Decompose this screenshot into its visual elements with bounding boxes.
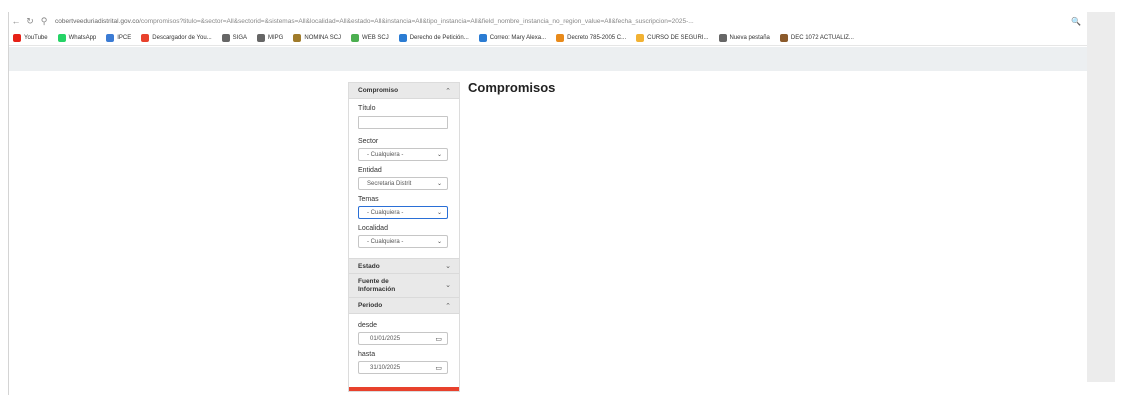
bookmark-favicon-icon	[636, 33, 645, 42]
sector-select[interactable]: - Cualquiera - ⌄	[358, 148, 448, 161]
bookmark-item[interactable]: YouTube	[13, 33, 48, 42]
chevron-down-icon: ⌄	[436, 181, 442, 187]
bookmark-favicon-icon	[57, 33, 66, 42]
localidad-label: Localidad	[358, 225, 388, 232]
bookmark-item[interactable]: DEC 1072 ACTUALIZ...	[779, 33, 854, 42]
bookmark-item[interactable]: WhatsApp	[57, 33, 97, 42]
site-info-icon[interactable]: ⚲	[37, 16, 51, 27]
bookmark-favicon-icon	[13, 33, 21, 42]
url-field[interactable]: cobertveeduriadistrital.gov.co/compromis…	[55, 18, 1067, 25]
desde-value: 01/01/2025	[370, 335, 401, 342]
section-header-compromiso[interactable]: Compromiso ⌃	[349, 83, 459, 99]
titulo-input[interactable]	[358, 116, 448, 129]
desde-label: desde	[358, 322, 378, 329]
bookmark-label: WEB SCJ	[362, 34, 389, 41]
temas-selected-value: - Cualquiera -	[367, 209, 404, 216]
bookmark-favicon-icon	[478, 33, 487, 42]
bookmark-item[interactable]: Nueva pestaña	[718, 33, 770, 42]
chevron-down-icon: ⌄	[436, 210, 442, 216]
temas-select[interactable]: - Cualquiera - ⌄	[358, 206, 448, 219]
bookmark-label: NOMINA SCJ	[304, 34, 342, 41]
bookmark-label: CURSO DE SEGURI...	[647, 34, 709, 41]
address-bar: ← ↻ ⚲ cobertveeduriadistrital.gov.co/com…	[9, 12, 1103, 30]
section-header-estado[interactable]: Estado ⌄	[349, 258, 459, 274]
hasta-label: hasta	[358, 351, 376, 358]
bookmark-label: WhatsApp	[68, 34, 97, 41]
section-header-periodo[interactable]: Periodo ⌃	[349, 298, 459, 314]
vertical-scrollbar[interactable]	[1087, 12, 1115, 382]
bookmark-label: Correo: Mary Alexa...	[489, 34, 547, 41]
bookmark-favicon-icon	[221, 33, 230, 42]
desde-date-input[interactable]: 01/01/2025 ▭	[358, 332, 448, 345]
bookmark-favicon-icon	[293, 33, 302, 42]
bookmark-item[interactable]: MIPG	[257, 33, 284, 42]
chevron-down-icon[interactable]: ⌄	[445, 262, 451, 270]
bookmark-item[interactable]: Decreto 785-2005 C...	[556, 33, 627, 42]
section-title: Fuente de Información	[358, 278, 396, 293]
entidad-select[interactable]: Secretaria Distrit ⌄	[358, 177, 448, 190]
reload-icon[interactable]: ↻	[23, 16, 37, 27]
temas-label: Temas	[358, 196, 379, 203]
section-title: Estado	[358, 262, 380, 270]
hasta-date-input[interactable]: 31/10/2025 ▭	[358, 361, 448, 374]
zoom-icon[interactable]: 🔍	[1067, 17, 1085, 26]
bookmark-item[interactable]: IPCE	[106, 33, 132, 42]
bookmark-favicon-icon	[718, 33, 727, 42]
browser-window: ← ↻ ⚲ cobertveeduriadistrital.gov.co/com…	[8, 12, 1125, 395]
bookmark-favicon-icon	[141, 33, 150, 42]
entidad-label: Entidad	[358, 167, 382, 174]
bookmark-item[interactable]: CURSO DE SEGURI...	[636, 33, 709, 42]
site-header-band	[9, 47, 1103, 71]
bookmark-item[interactable]: WEB SCJ	[351, 33, 389, 42]
section-title: Compromiso	[358, 87, 399, 94]
section-title: Periodo	[358, 302, 383, 309]
section-header-fuente[interactable]: Fuente de Información ⌄	[349, 274, 459, 298]
bookmark-item[interactable]: NOMINA SCJ	[293, 33, 342, 42]
calendar-icon[interactable]: ▭	[435, 335, 442, 343]
bookmark-item[interactable]: SIGA	[221, 33, 248, 42]
back-icon[interactable]: ←	[9, 16, 23, 26]
localidad-select[interactable]: - Cualquiera - ⌄	[358, 235, 448, 248]
entidad-selected-value: Secretaria Distrit	[367, 180, 412, 187]
bookmark-item[interactable]: Derecho de Petición...	[398, 33, 469, 42]
titulo-label: Título	[358, 105, 376, 112]
calendar-icon[interactable]: ▭	[435, 364, 442, 372]
chevron-down-icon: ⌄	[436, 152, 442, 158]
bookmark-label: Derecho de Petición...	[409, 34, 469, 41]
bookmark-favicon-icon	[398, 33, 407, 42]
bookmark-label: DEC 1072 ACTUALIZ...	[790, 34, 854, 41]
bookmark-favicon-icon	[779, 33, 788, 42]
bookmark-item[interactable]: Correo: Mary Alexa...	[478, 33, 547, 42]
chevron-down-icon[interactable]: ⌄	[445, 282, 451, 290]
bookmark-favicon-icon	[257, 33, 266, 42]
chevron-up-icon[interactable]: ⌃	[445, 87, 451, 95]
page-title: Compromisos	[468, 80, 556, 95]
localidad-selected-value: - Cualquiera -	[367, 238, 404, 245]
filter-sidebar: Compromiso ⌃ Título Sector - Cualquiera …	[348, 82, 460, 392]
bookmark-label: IPCE	[117, 34, 132, 41]
bookmark-favicon-icon	[556, 33, 565, 42]
bookmark-favicon-icon	[106, 33, 115, 42]
chevron-up-icon[interactable]: ⌃	[445, 302, 451, 310]
bookmarks-bar: YouTube WhatsApp IPCE Descargador de You...…	[9, 30, 1103, 46]
bookmark-label: MIPG	[268, 34, 284, 41]
bookmark-label: Descargador de You...	[152, 34, 212, 41]
submit-button-edge[interactable]	[349, 387, 459, 391]
chevron-down-icon: ⌄	[436, 239, 442, 245]
bookmark-item[interactable]: Descargador de You...	[141, 33, 212, 42]
bookmark-label: SIGA	[232, 34, 248, 41]
sector-label: Sector	[358, 138, 379, 145]
bookmark-label: Nueva pestaña	[729, 34, 770, 41]
sector-selected-value: - Cualquiera -	[367, 151, 404, 158]
url-path: /compromisos?titulo=&sector=All&sectorid…	[139, 17, 694, 25]
url-host: cobertveeduriadistrital.gov.co	[55, 17, 140, 25]
bookmark-label: YouTube	[24, 34, 48, 41]
bookmark-label: Decreto 785-2005 C...	[567, 34, 627, 41]
bookmark-favicon-icon	[351, 33, 360, 42]
hasta-value: 31/10/2025	[370, 364, 401, 371]
